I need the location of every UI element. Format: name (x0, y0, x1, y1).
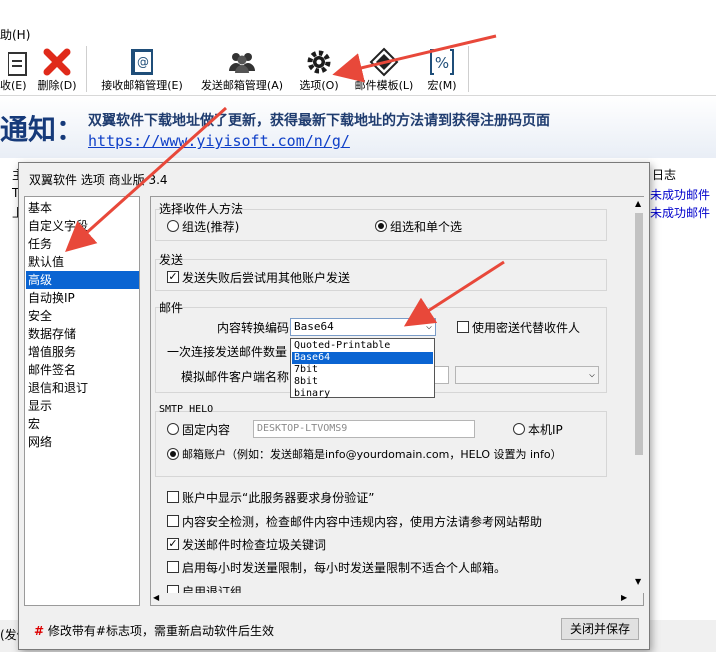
radio-label: 组选(推荐) (182, 220, 240, 234)
encoding-dropdown-list: Quoted-Printable Base64 7bit 8bit binary (290, 338, 435, 400)
radio-label: 固定内容 (182, 423, 231, 437)
restart-hint: # 修改带有#标志项，需重新启动软件后生效 (34, 622, 274, 639)
toolbar-separator (86, 46, 87, 92)
dropdown-option[interactable]: 7bit (292, 364, 433, 376)
helo-fixed-input[interactable]: DESKTOP-LTVOMS9 (253, 420, 475, 438)
menu-help[interactable]: 助(H) (0, 26, 30, 43)
group-title: SMTP HELO (159, 404, 214, 415)
radio-label: 邮箱账户（例如：发送邮箱是info@yourdomain.com，HELO 设置… (182, 448, 562, 461)
mail-template-button[interactable]: 邮件模板(L) (346, 44, 422, 96)
macro-button[interactable]: % 宏(M) (424, 44, 460, 96)
vertical-scrollbar[interactable]: ▲ ▼ (633, 197, 645, 593)
notice-title: 通知： (0, 113, 85, 146)
svg-text:%: % (435, 54, 449, 72)
toolbar-separator (468, 46, 469, 92)
dropdown-option[interactable]: binary (292, 388, 433, 400)
hint-text: 修改带有#标志项，需重新启动软件后生效 (47, 624, 274, 638)
nav-item-macro[interactable]: 宏 (26, 415, 139, 433)
nav-item-advanced[interactable]: 高级 (26, 271, 139, 289)
nav-item-value-added[interactable]: 增值服务 (26, 343, 139, 361)
checkbox-label: 发送邮件时检查垃圾关键词 (182, 538, 327, 552)
client-name-select[interactable]: ⌵ (455, 366, 599, 384)
encoding-select[interactable]: Base64 ⌵ (290, 318, 436, 336)
nav-item-defaults[interactable]: 默认值 (26, 253, 139, 271)
retry-other-account-checkbox[interactable]: ✓ (167, 271, 179, 283)
nav-item-security[interactable]: 安全 (26, 307, 139, 325)
checkbox-label: 启用每小时发送量限制，每小时发送量限制不适合个人邮箱。 (182, 561, 507, 575)
content-safety-checkbox[interactable] (167, 515, 179, 527)
svg-text:@: @ (137, 55, 149, 69)
dropdown-option-selected[interactable]: Base64 (292, 352, 433, 364)
radio-fixed-content[interactable] (167, 423, 179, 435)
checkbox-label: 账户中显示“此服务器要求身份验证” (182, 491, 375, 505)
toolbar: 收(E) 删除(D) @ 接收邮箱管理(E) 发送邮箱管理(A) 选项(O) 邮… (0, 44, 716, 96)
horizontal-scrollbar[interactable]: ◀ ▶ (151, 593, 633, 605)
receive-icon (8, 52, 27, 76)
log-line: 未成功邮件 (650, 188, 711, 202)
scroll-right-icon[interactable]: ▶ (621, 593, 627, 602)
receive-button[interactable]: 收(E) (0, 44, 27, 96)
scroll-up-icon[interactable]: ▲ (635, 199, 641, 208)
checkbox-label: 启用退订组 (182, 585, 243, 593)
radio-mail-account[interactable] (167, 448, 179, 460)
nav-item-basic[interactable]: 基本 (26, 199, 139, 217)
checkbox-label: 发送失败后尝试用其他账户发送 (182, 271, 351, 285)
bcc-checkbox[interactable] (457, 321, 469, 333)
scroll-down-icon[interactable]: ▼ (635, 577, 641, 586)
notice-link[interactable]: https://www.yiyisoft.com/n/g/ (88, 132, 350, 150)
options-nav-list: 基本 自定义字段 任务 默认值 高级 自动换IP 安全 数据存储 增值服务 邮件… (24, 196, 140, 606)
hint-mark: # (34, 624, 45, 638)
client-name-label: 模拟邮件客户端名称 (181, 370, 290, 384)
receive-mailbox-manage-button[interactable]: @ 接收邮箱管理(E) (94, 44, 190, 96)
chevron-down-icon: ⌵ (588, 369, 595, 380)
delete-x-icon (43, 48, 71, 76)
chevron-down-icon: ⌵ (425, 321, 432, 332)
nav-item-auto-ip[interactable]: 自动换IP (26, 289, 139, 307)
batch-count-label: 一次连接发送邮件数量 (167, 345, 288, 359)
nav-item-tasks[interactable]: 任务 (26, 235, 139, 253)
options-content-panel: 选择收件人方法 组选(推荐) 组选和单个选 发送 ✓ 发送失败后尝试用其他账户发… (150, 196, 645, 606)
close-and-save-button[interactable]: 关闭并保存 (561, 618, 639, 640)
hourly-limit-checkbox[interactable] (167, 561, 179, 573)
clipped-row: 启用退订组 (151, 581, 633, 593)
encoding-label: 内容转换编码 (217, 321, 290, 335)
radio-group-select[interactable] (167, 220, 179, 232)
template-icon (369, 47, 399, 77)
nav-item-display[interactable]: 显示 (26, 397, 139, 415)
unsubscribe-group-checkbox[interactable] (167, 585, 179, 593)
group-title: 邮件 (159, 301, 184, 315)
radio-label: 本机IP (528, 423, 563, 437)
users-icon (229, 53, 255, 73)
group-title: 发送 (159, 253, 184, 267)
menu-bar: 助(H) (0, 0, 716, 44)
dialog-title: 双翼软件 选项 商业版 3.4 (29, 173, 168, 187)
radio-group-and-single[interactable] (375, 220, 387, 232)
send-mailbox-manage-button[interactable]: 发送邮箱管理(A) (194, 44, 290, 96)
nav-item-bounce-unsubscribe[interactable]: 退信和退订 (26, 379, 139, 397)
radio-label: 组选和单个选 (390, 220, 463, 234)
log-header: 日志 (652, 168, 677, 182)
receive-mailbox-icon: @ (131, 49, 153, 75)
notice-text: 双翼软件下载地址做了更新，获得最新下载地址的方法请到获得注册码页面 (88, 113, 550, 129)
scroll-left-icon[interactable]: ◀ (153, 593, 159, 602)
dropdown-option[interactable]: Quoted-Printable (292, 340, 433, 352)
scrollbar-thumb[interactable] (635, 213, 643, 455)
dropdown-option[interactable]: 8bit (292, 376, 433, 388)
gear-icon (307, 50, 331, 74)
nav-item-data-storage[interactable]: 数据存储 (26, 325, 139, 343)
nav-item-signature[interactable]: 邮件签名 (26, 361, 139, 379)
log-line: 未成功邮件 (650, 206, 711, 220)
checkbox-label: 内容安全检测，检查邮件内容中违规内容，使用方法请参考网站帮助 (182, 515, 543, 529)
percent-macro-icon: % (430, 49, 454, 75)
show-auth-checkbox[interactable] (167, 491, 179, 503)
checkbox-label: 使用密送代替收件人 (472, 321, 581, 335)
notice-banner: 通知： 双翼软件下载地址做了更新，获得最新下载地址的方法请到获得注册码页面 ht… (0, 96, 716, 158)
options-button[interactable]: 选项(O) (296, 44, 342, 96)
delete-button[interactable]: 删除(D) (32, 44, 82, 96)
radio-local-ip[interactable] (513, 423, 525, 435)
nav-item-custom-fields[interactable]: 自定义字段 (26, 217, 139, 235)
nav-item-network[interactable]: 网络 (26, 433, 139, 451)
spam-keyword-checkbox[interactable]: ✓ (167, 538, 179, 550)
group-title: 选择收件人方法 (159, 202, 244, 216)
